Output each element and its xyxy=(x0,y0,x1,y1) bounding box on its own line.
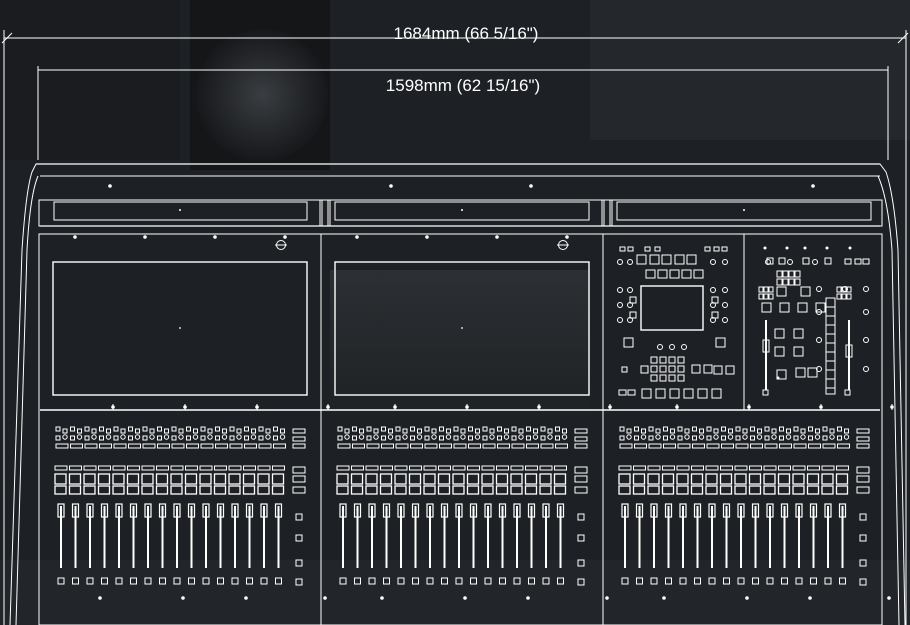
channel-strip xyxy=(394,426,409,585)
channel-strip xyxy=(452,426,467,585)
channel-strip xyxy=(126,426,141,585)
channel-strip xyxy=(748,426,763,585)
fader-bay-3 xyxy=(618,404,894,600)
channel-strip xyxy=(199,426,214,585)
channel-strip xyxy=(112,426,127,585)
channel-strip xyxy=(228,426,243,585)
channel-strip xyxy=(271,426,286,585)
channel-strip xyxy=(734,426,749,585)
channel-strip xyxy=(835,426,850,585)
channel-strip xyxy=(705,426,720,585)
channel-strip xyxy=(539,426,554,585)
channel-strip xyxy=(661,426,676,585)
screen-center xyxy=(334,235,590,396)
channel-strip xyxy=(719,426,734,585)
channel-strip xyxy=(806,426,821,585)
channel-strip xyxy=(821,426,836,585)
overall-width-label: 1684mm (66 5/16") xyxy=(393,24,539,43)
channel-strip xyxy=(336,426,351,585)
channel-strip xyxy=(155,426,170,585)
master-panel-left xyxy=(617,246,735,399)
channel-strip xyxy=(495,426,510,585)
channel-strip xyxy=(365,426,380,585)
channel-strip xyxy=(632,426,647,585)
dimension-lines xyxy=(1,30,909,625)
channel-strip xyxy=(83,426,98,585)
channel-strip xyxy=(213,426,228,585)
channel-strip xyxy=(242,426,257,585)
channel-strip xyxy=(618,426,633,585)
channel-strip xyxy=(524,426,539,585)
master-panel-right xyxy=(758,246,870,396)
channel-strip xyxy=(690,426,705,585)
channel-strip xyxy=(676,426,691,585)
channel-strip xyxy=(350,426,365,585)
channel-strip xyxy=(97,426,112,585)
channel-strip xyxy=(141,426,156,585)
channel-strip xyxy=(437,426,452,585)
channel-strip xyxy=(184,426,199,585)
frame-width-label: 1598mm (62 15/16") xyxy=(385,76,541,95)
fader-bay-2 xyxy=(336,404,612,600)
channel-strip xyxy=(763,426,778,585)
channel-strip xyxy=(481,426,496,585)
channel-strip xyxy=(792,426,807,585)
channel-strip xyxy=(423,426,438,585)
channel-strip xyxy=(54,426,69,585)
channel-strip xyxy=(553,426,568,585)
fader-bay-1 xyxy=(54,404,330,600)
channel-strip xyxy=(379,426,394,585)
channel-strip xyxy=(257,426,272,585)
channel-strip xyxy=(510,426,525,585)
channel-strip xyxy=(466,426,481,585)
channel-strip xyxy=(777,426,792,585)
channel-strip xyxy=(68,426,83,585)
channel-strip xyxy=(647,426,662,585)
screen-left xyxy=(52,235,308,396)
channel-strip xyxy=(408,426,423,585)
console-dimension-drawing: 1684mm (66 5/16") 1598mm (62 15/16") xyxy=(0,0,910,625)
channel-strip xyxy=(170,426,185,585)
